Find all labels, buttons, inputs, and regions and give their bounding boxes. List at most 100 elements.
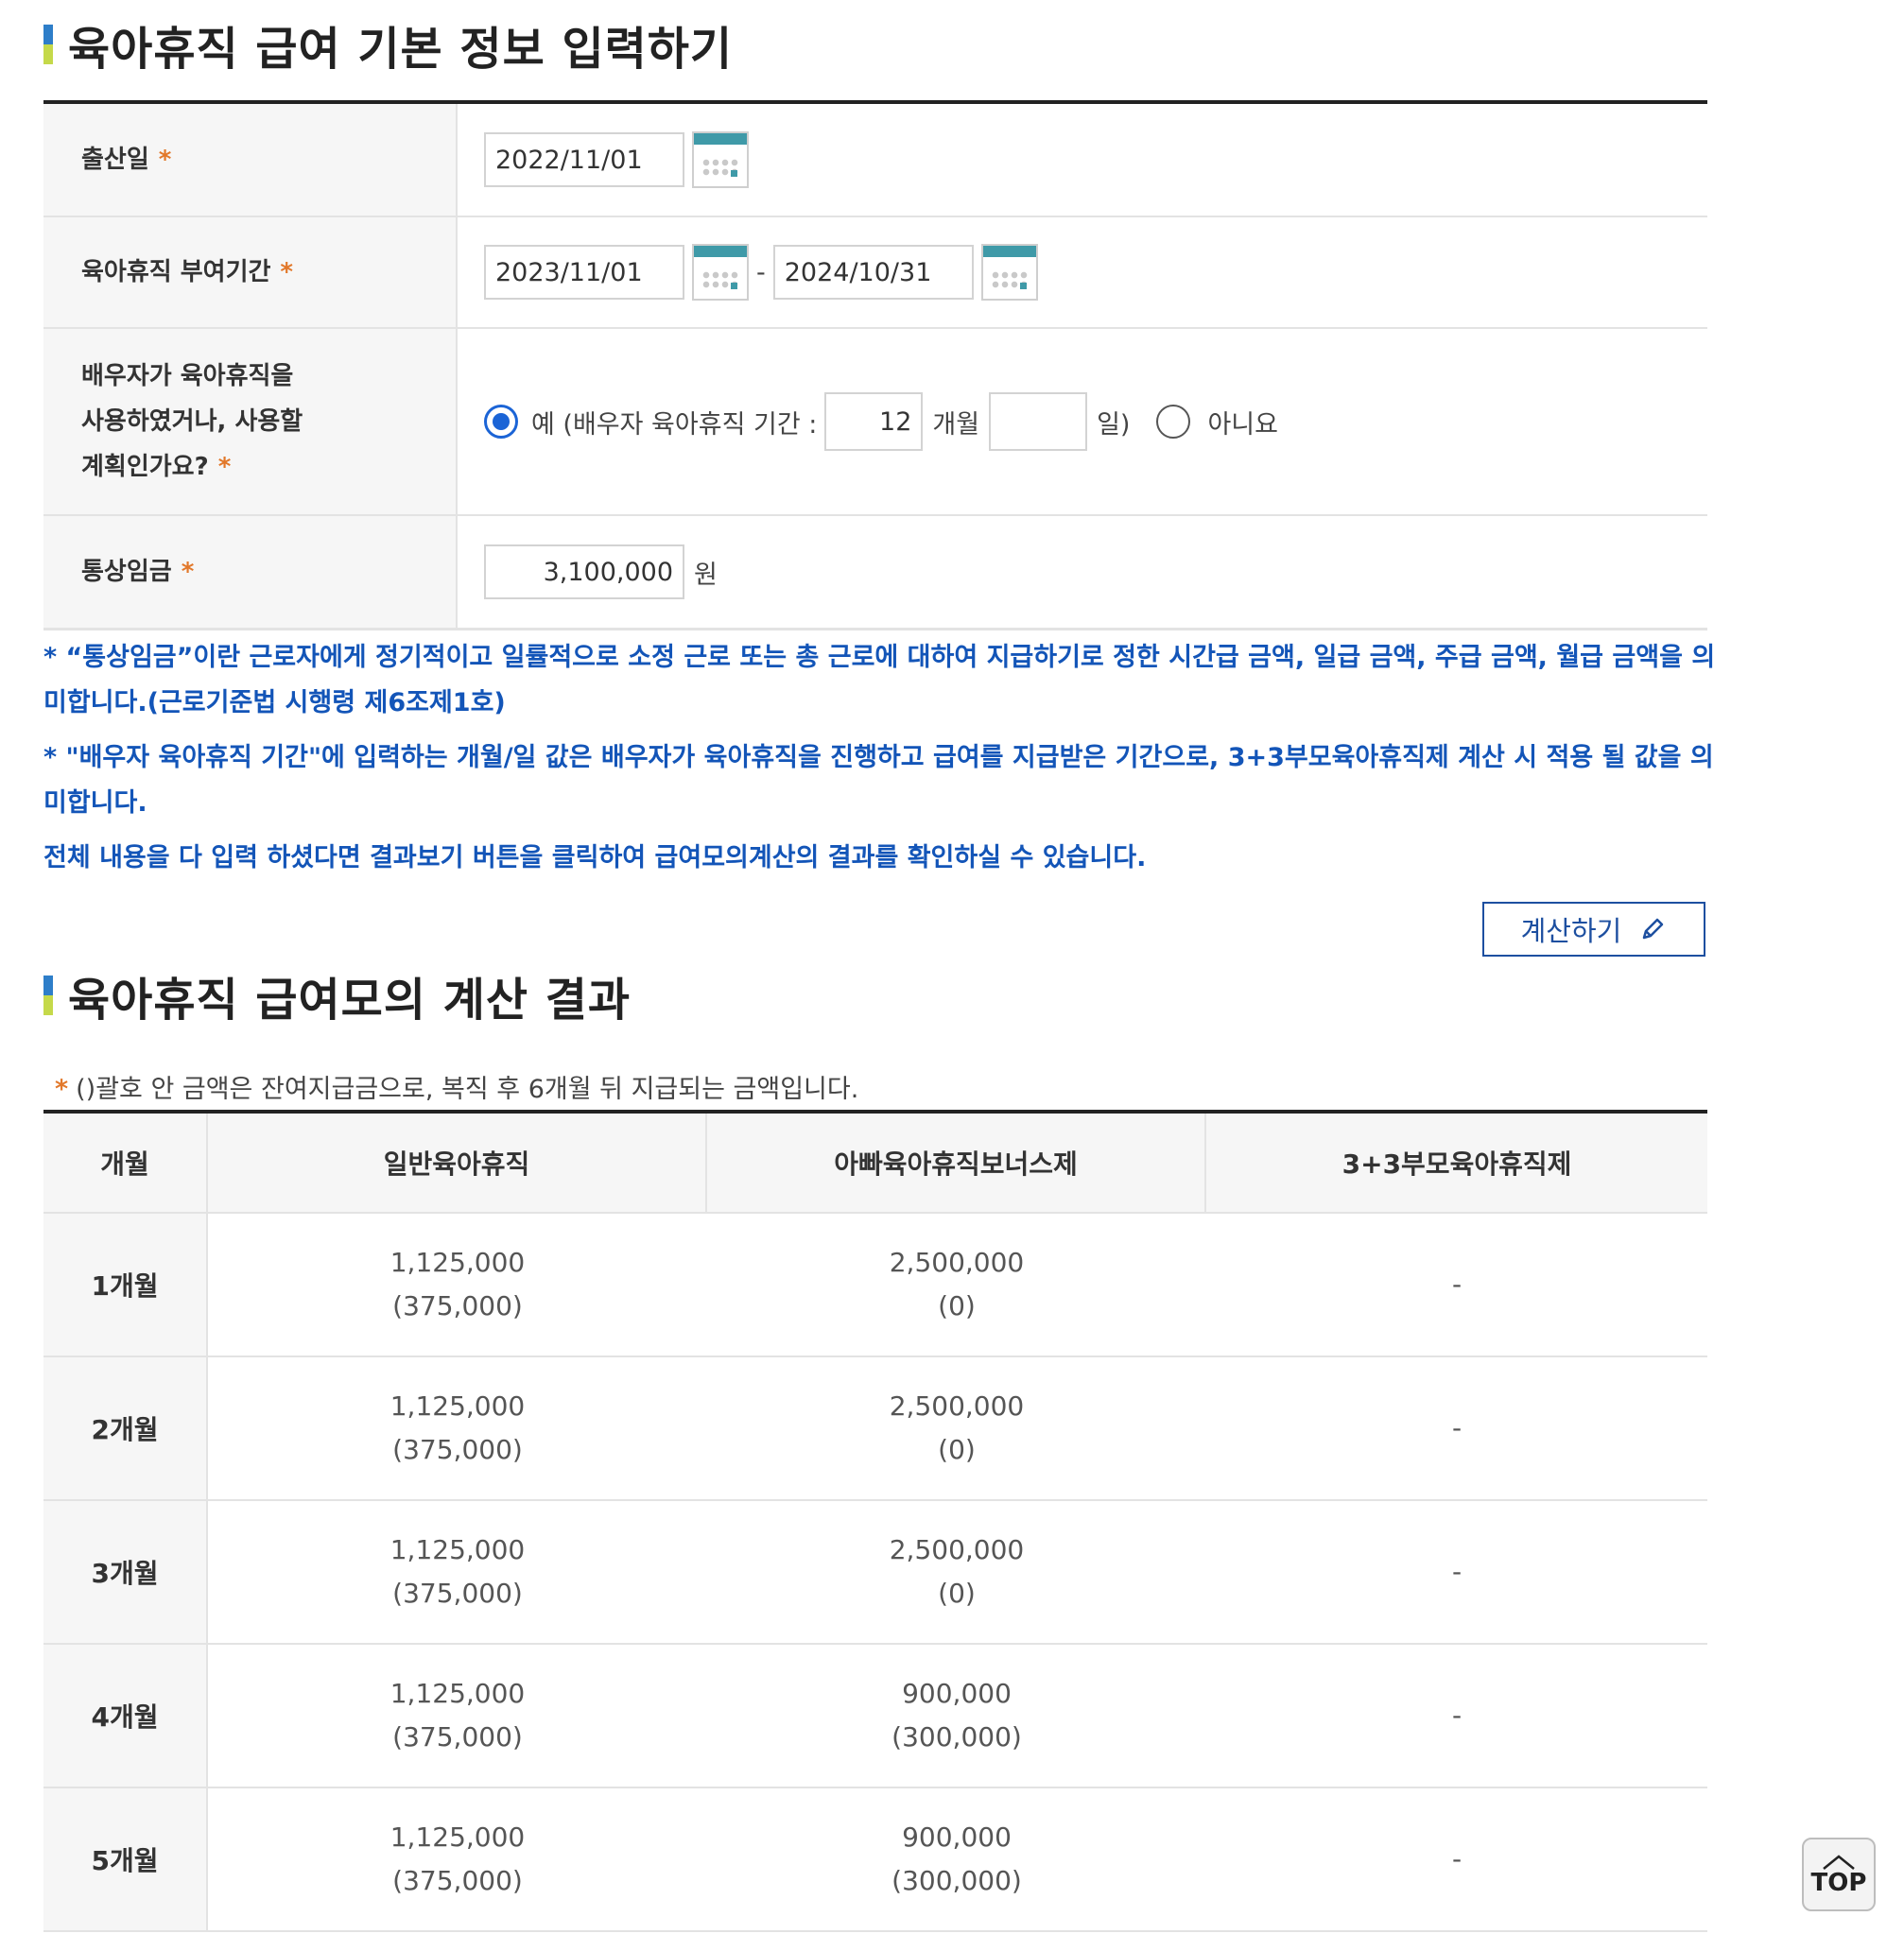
info-notes: * “통상임금”이란 근로자에게 정기적이고 일률적으로 소정 근로 또는 총 … — [43, 635, 1717, 890]
parent-cell: - — [1451, 1843, 1463, 1874]
general-remaining: (375,000) — [392, 1578, 523, 1609]
bonus-cell: 2,500,000 (0) — [707, 1357, 1206, 1499]
bonus-remaining: (300,000) — [891, 1865, 1022, 1896]
required-star-icon: * — [217, 453, 232, 481]
result-table: 개월 일반육아휴직 아빠육아휴직보너스제 3+3부모육아휴직제 1개월 1,12… — [43, 1110, 1707, 1932]
spouse-label-line3: 계획인가요? * — [81, 444, 231, 490]
section-title-text: 육아휴직 급여모의 계산 결과 — [68, 974, 632, 1027]
spouse-months-input[interactable]: 12 — [824, 392, 924, 451]
general-amount: 1,125,000 — [389, 1390, 526, 1422]
wage-label: 통상임금 * — [43, 516, 458, 628]
birth-date-value: 2022/11/01 — [458, 104, 1707, 216]
bonus-amount: 2,500,000 — [889, 1534, 1025, 1565]
bonus-amount: 900,000 — [902, 1822, 1012, 1853]
section-title-result: 육아휴직 급여모의 계산 결과 — [43, 962, 631, 1028]
period-start-input[interactable]: 2023/11/01 — [484, 245, 684, 300]
header-bonus: 아빠육아휴직보너스제 — [707, 1114, 1206, 1212]
table-row: 4개월 1,125,000 (375,000) 900,000 (300,000) … — [43, 1645, 1707, 1788]
leave-period-label-text: 육아휴직 부여기간 — [81, 258, 271, 286]
required-star-icon: * — [55, 1075, 69, 1104]
bonus-amount: 2,500,000 — [889, 1247, 1025, 1278]
note-result-guide: 전체 내용을 다 입력 하셨다면 결과보기 버튼을 클릭하여 급여모의계산의 결… — [43, 843, 1147, 872]
header-parent: 3+3부모육아휴직제 — [1341, 1148, 1572, 1180]
month-cell: 1개월 — [43, 1214, 208, 1356]
general-cell: 1,125,000 (375,000) — [208, 1645, 707, 1787]
general-remaining: (375,000) — [392, 1434, 523, 1465]
spouse-label-line1: 배우자가 육아휴직을 — [81, 362, 294, 390]
spouse-label-line3-text: 계획인가요? — [81, 453, 209, 481]
form-row-period: 육아휴직 부여기간 * 2023/11/01 - 2024/10/31 — [43, 217, 1707, 329]
pencil-icon — [1643, 918, 1664, 940]
months-unit: 개월 — [932, 409, 980, 440]
calculate-button-label: 계산하기 — [1520, 915, 1622, 947]
wage-label-text: 통상임금 — [81, 558, 172, 586]
calendar-icon[interactable] — [980, 244, 1038, 301]
table-row: 5개월 1,125,000 (375,000) 900,000 (300,000) … — [43, 1788, 1707, 1932]
general-cell: 1,125,000 (375,000) — [208, 1357, 707, 1499]
result-note-text: ()괄호 안 금액은 잔여지급금으로, 복직 후 6개월 뒤 지급되는 금액입니… — [76, 1075, 859, 1104]
bonus-cell: 900,000 (300,000) — [707, 1788, 1206, 1930]
table-row: 3개월 1,125,000 (375,000) 2,500,000 (0) - — [43, 1501, 1707, 1645]
general-amount: 1,125,000 — [389, 1822, 526, 1853]
birth-date-label-text: 출산일 — [81, 146, 149, 174]
spouse-no-radio[interactable] — [1156, 405, 1191, 439]
general-cell: 1,125,000 (375,000) — [208, 1788, 707, 1930]
required-star-icon: * — [280, 258, 294, 286]
month-cell: 2개월 — [43, 1357, 208, 1499]
general-cell: 1,125,000 (375,000) — [208, 1214, 707, 1356]
spouse-yes-radio[interactable] — [484, 405, 518, 439]
wage-unit: 원 — [694, 560, 718, 590]
spouse-label-line2: 사용하였거나, 사용할 — [81, 407, 303, 436]
spouse-no-label: 아니요 — [1207, 409, 1278, 440]
bonus-remaining: (0) — [938, 1578, 976, 1609]
form-row-birth: 출산일 * 2022/11/01 — [43, 104, 1707, 217]
parent-cell: - — [1451, 1412, 1463, 1443]
period-end-input[interactable]: 2024/10/31 — [772, 245, 974, 300]
table-row: 1개월 1,125,000 (375,000) 2,500,000 (0) - — [43, 1214, 1707, 1357]
input-form-table: 출산일 * 2022/11/01 육아휴직 부여기간 * 2023/11/01 … — [43, 100, 1707, 630]
calendar-icon[interactable] — [692, 244, 749, 301]
wage-input[interactable]: 3,100,000 — [484, 544, 684, 599]
bonus-cell: 2,500,000 (0) — [707, 1214, 1206, 1356]
calculate-button[interactable]: 계산하기 — [1482, 902, 1705, 957]
calendar-icon[interactable] — [692, 131, 749, 188]
table-row: 2개월 1,125,000 (375,000) 2,500,000 (0) - — [43, 1357, 1707, 1501]
section-title-input: 육아휴직 급여 기본 정보 입력하기 — [43, 11, 733, 78]
days-unit: 일) — [1097, 409, 1131, 440]
leave-period-value: 2023/11/01 - 2024/10/31 — [458, 217, 1707, 327]
bonus-remaining: (300,000) — [891, 1721, 1022, 1753]
parent-cell: - — [1451, 1269, 1463, 1300]
bonus-amount: 2,500,000 — [889, 1390, 1025, 1422]
general-remaining: (375,000) — [392, 1865, 523, 1896]
bonus-amount: 900,000 — [902, 1678, 1012, 1709]
general-amount: 1,125,000 — [389, 1678, 526, 1709]
bonus-remaining: (0) — [938, 1290, 976, 1321]
spouse-leave-value: 예 (배우자 육아휴직 기간 : 12 개월 일) 아니요 — [458, 329, 1707, 514]
general-amount: 1,125,000 — [389, 1247, 526, 1278]
birth-date-label: 출산일 * — [43, 104, 458, 216]
title-bar-icon — [43, 25, 53, 64]
required-star-icon: * — [158, 146, 172, 174]
general-amount: 1,125,000 — [389, 1534, 526, 1565]
title-bar-icon — [43, 976, 53, 1015]
header-general: 일반육아휴직 — [208, 1114, 707, 1212]
spouse-days-input[interactable] — [989, 392, 1088, 451]
birth-date-input[interactable]: 2022/11/01 — [484, 132, 684, 187]
wage-value: 3,100,000 원 — [458, 516, 1707, 628]
header-month: 개월 — [43, 1114, 208, 1212]
month-cell: 5개월 — [43, 1788, 208, 1930]
result-note: * ()괄호 안 금액은 잔여지급금으로, 복직 후 6개월 뒤 지급되는 금액입… — [55, 1068, 858, 1105]
leave-period-label: 육아휴직 부여기간 * — [43, 217, 458, 327]
form-row-wage: 통상임금 * 3,100,000 원 — [43, 516, 1707, 630]
general-cell: 1,125,000 (375,000) — [208, 1501, 707, 1643]
general-remaining: (375,000) — [392, 1290, 523, 1321]
scroll-top-button[interactable]: TOP — [1802, 1838, 1876, 1911]
bonus-cell: 900,000 (300,000) — [707, 1645, 1206, 1787]
form-row-spouse: 배우자가 육아휴직을 사용하였거나, 사용할 계획인가요? * 예 (배우자 육아… — [43, 329, 1707, 516]
month-cell: 3개월 — [43, 1501, 208, 1643]
parent-cell: - — [1451, 1556, 1463, 1587]
bonus-remaining: (0) — [938, 1434, 976, 1465]
month-cell: 4개월 — [43, 1645, 208, 1787]
spouse-yes-label: 예 (배우자 육아휴직 기간 : — [531, 409, 818, 440]
section-title-text: 육아휴직 급여 기본 정보 입력하기 — [68, 23, 734, 76]
